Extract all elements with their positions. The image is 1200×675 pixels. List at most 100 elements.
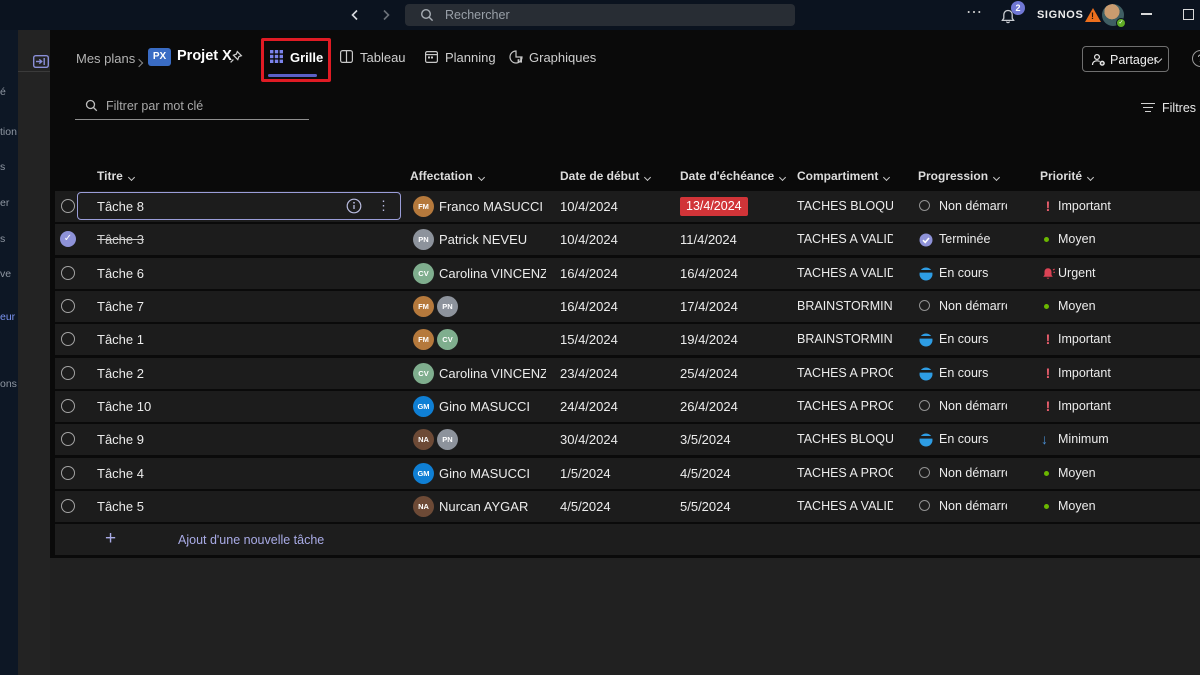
table-row[interactable]: Tâche 5NANurcan AYGAR4/5/20245/5/2024TAC… [55, 491, 1200, 522]
priority-label[interactable]: Urgent [1058, 258, 1096, 289]
sidebar-item-clipped[interactable]: er [0, 197, 17, 209]
column-header-1[interactable]: Titre [97, 169, 134, 183]
task-selector[interactable] [61, 399, 75, 413]
task-title[interactable]: Tâche 2 [97, 358, 144, 389]
assignee-avatar[interactable]: PN [413, 229, 434, 250]
column-header-4[interactable]: Date d'échéance [680, 169, 785, 183]
sidebar-item-clipped[interactable]: s [0, 233, 17, 245]
priority-label[interactable]: Important [1058, 358, 1111, 389]
tab-planning[interactable]: Planning [425, 44, 487, 74]
assignee-avatar[interactable]: GM [413, 396, 434, 417]
priority-label[interactable]: Important [1058, 391, 1111, 422]
progress-label[interactable]: En cours [939, 424, 1007, 455]
task-selector[interactable] [61, 332, 75, 346]
priority-label[interactable]: Moyen [1058, 491, 1096, 522]
task-selector[interactable] [61, 499, 75, 513]
breadcrumb-mes-plans[interactable]: Mes plans [76, 51, 135, 66]
user-avatar[interactable]: ✓ [1102, 4, 1124, 26]
search-input[interactable]: Rechercher [405, 4, 795, 26]
column-header-label: Affectation [410, 169, 473, 183]
rail-separator [18, 71, 50, 72]
task-selector[interactable] [61, 366, 75, 380]
progress-label[interactable]: Non démarrée [939, 291, 1007, 322]
assignee-avatar[interactable]: FM [413, 296, 434, 317]
table-row[interactable]: Tâche 9NAPN30/4/20243/5/2024TACHES BLOQU… [55, 424, 1200, 455]
progress-label[interactable]: Terminée [939, 224, 1007, 255]
task-title[interactable]: Tâche 4 [97, 458, 144, 489]
progress-label[interactable]: En cours [939, 358, 1007, 389]
task-title[interactable]: Tâche 10 [97, 391, 151, 422]
priority-label[interactable]: Important [1058, 191, 1111, 222]
progress-label[interactable]: Non démarrée [939, 458, 1007, 489]
help-icon[interactable]: ? [1192, 50, 1200, 67]
task-title[interactable]: Tâche 3 [97, 224, 144, 255]
sidebar-item-clipped[interactable]: s [0, 161, 17, 173]
progress-label[interactable]: En cours [939, 324, 1007, 355]
assignee-avatar[interactable]: PN [437, 296, 458, 317]
table-row[interactable]: Tâche 2CVCarolina VINCENZO23/4/202425/4/… [55, 358, 1200, 389]
table-row[interactable]: ⋮Tâche 8FMFranco MASUCCI10/4/202413/4/20… [55, 191, 1200, 222]
more-options-icon[interactable]: ⋯ [966, 2, 983, 22]
share-button[interactable]: Partager [1082, 46, 1169, 72]
nav-back-icon[interactable] [349, 9, 361, 21]
task-selector-checked[interactable]: ✓ [60, 231, 76, 247]
priority-label[interactable]: Minimum [1058, 424, 1109, 455]
column-header-7[interactable]: Priorité [1040, 169, 1093, 183]
assignee-avatar[interactable]: CV [437, 329, 458, 350]
info-icon[interactable] [346, 198, 362, 217]
sidebar-item-clipped[interactable]: tion [0, 126, 17, 138]
task-selector[interactable] [61, 199, 75, 213]
keyword-filter-input[interactable]: Filtrer par mot clé [75, 93, 309, 120]
progress-label[interactable]: En cours [939, 258, 1007, 289]
column-header-2[interactable]: Affectation [410, 169, 484, 183]
pin-icon[interactable] [229, 50, 243, 69]
table-row[interactable]: Tâche 6CVCarolina VINCENZO16/4/202416/4/… [55, 258, 1200, 289]
task-title[interactable]: Tâche 1 [97, 324, 144, 355]
sidebar-item-clipped[interactable]: é [0, 86, 17, 98]
assignee-avatar[interactable]: CV [413, 363, 434, 384]
task-selector[interactable] [61, 299, 75, 313]
table-row[interactable]: Tâche 10GMGino MASUCCI24/4/202426/4/2024… [55, 391, 1200, 422]
table-row[interactable]: ✓Tâche 3PNPatrick NEVEU10/4/202411/4/202… [55, 224, 1200, 255]
task-title[interactable]: Tâche 5 [97, 491, 144, 522]
progress-label[interactable]: Non démarrée [939, 491, 1007, 522]
assignee-avatar[interactable]: NA [413, 429, 434, 450]
priority-label[interactable]: Moyen [1058, 458, 1096, 489]
task-title[interactable]: Tâche 7 [97, 291, 144, 322]
priority-label[interactable]: Important [1058, 324, 1111, 355]
nav-forward-icon[interactable] [380, 9, 392, 21]
warning-icon[interactable]: ! [1085, 8, 1101, 22]
assignee-avatar[interactable]: FM [413, 196, 434, 217]
column-header-5[interactable]: Compartiment [797, 169, 889, 183]
priority-label[interactable]: Moyen [1058, 224, 1096, 255]
assignee-avatar[interactable]: CV [413, 263, 434, 284]
column-header-6[interactable]: Progression [918, 169, 999, 183]
assignee-avatar[interactable]: FM [413, 329, 434, 350]
add-task-row[interactable]: + Ajout d'une nouvelle tâche [55, 524, 1200, 556]
task-title[interactable]: Tâche 8 [97, 191, 144, 222]
sidebar-item-clipped[interactable]: eur [0, 311, 17, 323]
progress-label[interactable]: Non démarrée [939, 191, 1007, 222]
tab-graphiques[interactable]: Graphiques [509, 44, 587, 74]
progress-label[interactable]: Non démarrée [939, 391, 1007, 422]
assignee-avatar[interactable]: GM [413, 463, 434, 484]
sidebar-item-clipped[interactable]: ve [0, 268, 17, 280]
task-title[interactable]: Tâche 6 [97, 258, 144, 289]
column-header-label: Titre [97, 169, 123, 183]
assignee-avatar[interactable]: NA [413, 496, 434, 517]
task-selector[interactable] [61, 432, 75, 446]
table-row[interactable]: Tâche 4GMGino MASUCCI1/5/20244/5/2024TAC… [55, 458, 1200, 489]
table-row[interactable]: Tâche 1FMCV15/4/202419/4/2024BRAINSTORMI… [55, 324, 1200, 355]
column-header-3[interactable]: Date de début [560, 169, 650, 183]
kebab-menu-icon[interactable]: ⋮ [377, 191, 390, 221]
tab-tableau[interactable]: Tableau [340, 44, 400, 74]
window-maximize-button[interactable] [1183, 9, 1194, 20]
task-selector[interactable] [61, 466, 75, 480]
assignee-avatar[interactable]: PN [437, 429, 458, 450]
window-minimize-button[interactable] [1141, 13, 1152, 15]
sidebar-item-clipped[interactable]: ons [0, 378, 17, 390]
priority-label[interactable]: Moyen [1058, 291, 1096, 322]
task-title[interactable]: Tâche 9 [97, 424, 144, 455]
task-selector[interactable] [61, 266, 75, 280]
table-row[interactable]: Tâche 7FMPN16/4/202417/4/2024BRAINSTORMI… [55, 291, 1200, 322]
